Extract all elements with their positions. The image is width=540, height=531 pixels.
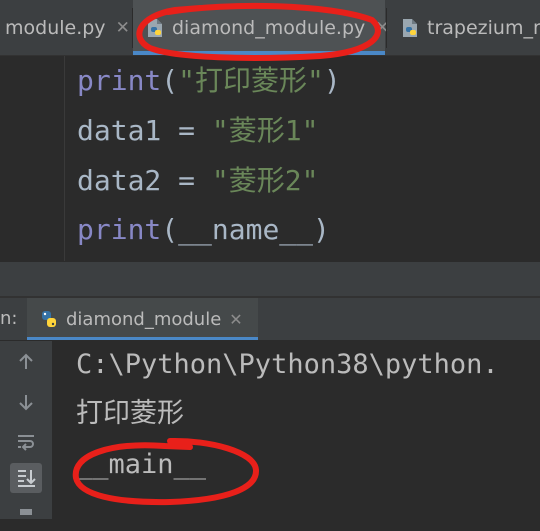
close-icon[interactable]: ✕: [229, 310, 242, 329]
soft-wrap-icon[interactable]: [10, 427, 42, 457]
code-line-2: data1 = "菱形1": [77, 114, 318, 148]
code-string: "菱形2": [211, 164, 319, 197]
code-assignment: data1 =: [77, 114, 212, 147]
tab-label: trapezium_m: [427, 16, 540, 39]
editor-tab-bar: module.py ✕ diamond_module.py ✕ trapeziu…: [0, 0, 540, 56]
panel-splitter[interactable]: [0, 262, 540, 298]
arrow-up-icon[interactable]: [10, 347, 42, 377]
run-tool-window-header: n: diamond_module ✕: [0, 298, 540, 341]
tab-label: module.py: [5, 16, 106, 39]
tab-trapezium-module[interactable]: trapezium_m: [387, 0, 540, 55]
python-icon: [42, 311, 56, 327]
run-label: n:: [0, 308, 18, 329]
tab-label: diamond_module.py: [172, 16, 366, 39]
code-keyword: print: [77, 64, 162, 97]
code-line-3: data2 = "菱形2": [77, 164, 318, 198]
code-line-1: print("打印菱形"): [77, 64, 341, 98]
code-string: "打印菱形": [178, 64, 324, 97]
scroll-to-end-icon[interactable]: [10, 463, 42, 493]
code-paren: ): [323, 64, 341, 97]
print-icon[interactable]: [10, 501, 42, 531]
code-editor[interactable]: print("打印菱形") data1 = "菱形1" data2 = "菱形2…: [0, 56, 540, 261]
code-assignment: data2 =: [77, 164, 212, 197]
tab-module-py[interactable]: module.py ✕: [0, 0, 132, 55]
gutter-divider: [64, 56, 65, 261]
run-console[interactable]: C:\Python\Python38\python. 打印菱形 __main__: [0, 341, 540, 519]
console-line-2: 打印菱形: [76, 398, 184, 429]
python-file-icon: [148, 18, 162, 37]
code-paren: (: [161, 64, 179, 97]
console-toolbar: [0, 341, 52, 519]
run-tab-diamond-module[interactable]: diamond_module ✕: [27, 298, 258, 340]
run-tab-label: diamond_module: [66, 308, 222, 330]
code-args: (__name__): [161, 213, 330, 246]
code-string: "菱形1": [211, 114, 319, 147]
console-line-3: __main__: [76, 449, 207, 480]
arrow-down-icon[interactable]: [10, 387, 42, 417]
console-line-1: C:\Python\Python38\python.: [76, 349, 499, 380]
code-keyword: print: [77, 213, 162, 246]
tab-diamond-module-py[interactable]: diamond_module.py ✕: [133, 0, 390, 55]
python-file-icon: [403, 18, 417, 37]
close-icon[interactable]: ✕: [116, 18, 130, 38]
code-line-4: print(__name__): [77, 213, 330, 247]
